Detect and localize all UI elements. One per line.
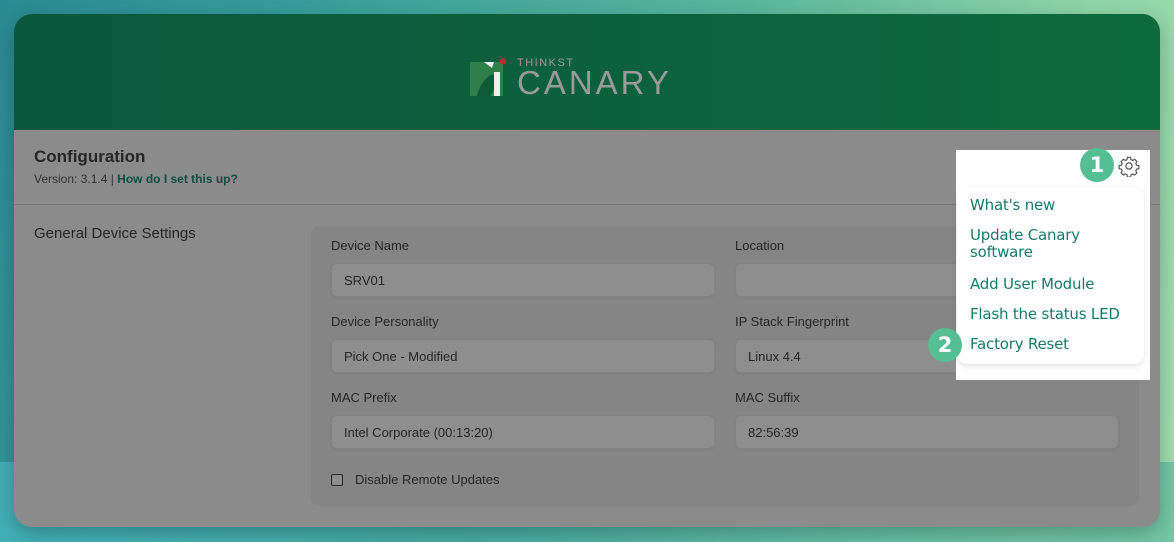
disable-updates-checkbox[interactable] [331, 473, 343, 486]
mac-prefix-select[interactable]: Intel Corporate (00:13:20) [331, 415, 715, 449]
mac-prefix-label: MAC Prefix [331, 390, 397, 405]
device-name-label: Device Name [331, 238, 410, 253]
version-line: Version: 3.1.4 | How do I set this up? [34, 172, 238, 186]
location-label: Location [735, 238, 785, 253]
gear-icon[interactable] [1118, 155, 1140, 177]
mac-suffix-label: MAC Suffix [735, 390, 800, 405]
help-link[interactable]: How do I set this up? [117, 172, 238, 186]
device-personality-select[interactable]: Pick One - Modified [331, 339, 715, 373]
menu-item-update-software[interactable]: Update Canary software [970, 227, 1120, 261]
device-personality-label: Device Personality [331, 314, 439, 329]
step-1-badge: 1 [1080, 148, 1114, 182]
step-2-badge: 2 [928, 328, 962, 362]
menu-item-factory-reset[interactable]: Factory Reset [970, 336, 1069, 353]
menu-item-flash-led[interactable]: Flash the status LED [970, 306, 1120, 323]
disable-updates-row[interactable]: Disable Remote Updates [331, 472, 500, 487]
canary-bird-icon [470, 58, 507, 96]
logo-canary-text: CANARY [517, 64, 672, 101]
page-title: Configuration [34, 147, 146, 166]
canary-logo: THINKST CANARY [470, 57, 672, 101]
menu-item-add-user-module[interactable]: Add User Module [970, 276, 1095, 293]
version-text: Version: 3.1.4 | [34, 172, 118, 186]
disable-updates-label: Disable Remote Updates [355, 472, 500, 487]
settings-dropdown-menu: What's new Update Canary software Add Us… [957, 187, 1144, 364]
device-name-input[interactable]: SRV01 [331, 263, 715, 297]
ip-stack-label: IP Stack Fingerprint [735, 314, 849, 329]
section-title: General Device Settings [34, 225, 196, 242]
header-banner: THINKST CANARY [14, 14, 1160, 130]
menu-item-whats-new[interactable]: What's new [970, 197, 1055, 214]
mac-suffix-input[interactable]: 82:56:39 [735, 415, 1119, 449]
